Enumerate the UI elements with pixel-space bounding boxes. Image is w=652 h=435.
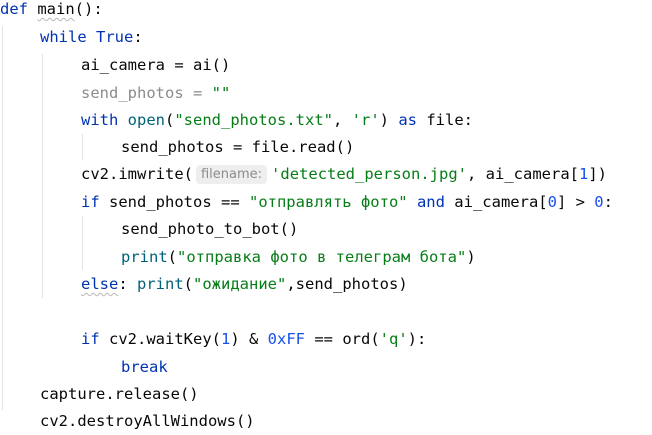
string-literal: "": [211, 84, 231, 102]
code-text: send_photos ==: [99, 193, 249, 211]
punctuation: :: [133, 28, 143, 46]
string-literal: 'q': [379, 330, 408, 348]
indent-guide: [2, 26, 3, 410]
code-line-10[interactable]: print("отправка фото в телеграм бота"): [121, 244, 476, 271]
punctuation: :: [118, 275, 137, 293]
function-name: main: [37, 0, 75, 18]
code-text: file:: [417, 111, 473, 129]
hex-literal: 0xFF: [267, 330, 305, 348]
keyword-as: as: [398, 111, 417, 129]
number-literal: 1: [578, 165, 589, 183]
code-line-8[interactable]: if send_photos == "отправлять фото" and …: [81, 189, 613, 216]
builtin-print: print: [137, 275, 184, 293]
code-text: , ai_camera[: [467, 165, 579, 183]
code-text: capture.release(): [40, 385, 199, 403]
code-text: ) &: [230, 330, 268, 348]
punctuation: ]): [588, 165, 607, 183]
string-literal: "отправлять фото": [248, 193, 408, 211]
punctuation: ): [466, 248, 476, 266]
code-text: ai_camera = ai(): [81, 56, 231, 74]
code-line-14[interactable]: capture.release(): [40, 381, 199, 408]
keyword-true: True: [96, 28, 134, 46]
keyword-with: with: [81, 111, 119, 129]
code-line-9[interactable]: send_photo_to_bot(): [121, 216, 298, 243]
punctuation: (: [183, 275, 194, 293]
builtin-open: open: [127, 111, 165, 129]
indent-guide: [82, 134, 83, 160]
code-text: send_photo_to_bot(): [121, 220, 299, 238]
code-text: cv2.waitKey(: [99, 330, 221, 348]
code-text: ] >: [556, 193, 595, 211]
code-line-3[interactable]: ai_camera = ai(): [81, 52, 230, 79]
number-literal: 1: [221, 330, 231, 348]
indent-guide: [82, 216, 83, 270]
code-text: cv2.destroyAllWindows(): [40, 412, 255, 430]
code-line-7[interactable]: cv2.imwrite(filename:'detected_person.jp…: [81, 161, 607, 188]
code-text: send_photos = file.read(): [121, 138, 355, 156]
punctuation: :: [603, 193, 613, 211]
unused-assignment: send_photos =: [81, 84, 212, 102]
string-literal: 'r': [351, 111, 380, 129]
code-text: ai_camera[: [444, 193, 548, 211]
indent-guide: [42, 54, 43, 298]
keyword-break: break: [121, 358, 168, 376]
keyword-if: if: [81, 193, 100, 211]
punctuation: ): [379, 111, 399, 129]
builtin-print: print: [121, 248, 168, 266]
code-line-2[interactable]: while True:: [40, 24, 143, 51]
string-literal: "send_photos.txt": [174, 111, 333, 129]
punctuation: (: [165, 111, 175, 129]
code-text: ,send_photos): [286, 275, 408, 293]
parameter-hint: filename:: [195, 165, 268, 184]
code-text: == ord(: [305, 330, 380, 348]
keyword-and: and: [416, 193, 445, 211]
keyword-def: def: [0, 0, 28, 18]
code-line-6[interactable]: send_photos = file.read(): [121, 134, 354, 161]
keyword-if: if: [81, 330, 100, 348]
punctuation: ():: [74, 0, 103, 18]
punctuation: ,: [332, 111, 352, 129]
code-line-15[interactable]: cv2.destroyAllWindows(): [40, 408, 255, 435]
code-line-4[interactable]: send_photos = "": [81, 80, 230, 107]
punctuation: (: [167, 248, 178, 266]
code-line-13[interactable]: break: [121, 354, 168, 381]
keyword-else: else: [81, 275, 119, 293]
number-literal: 0: [547, 193, 557, 211]
code-text: cv2.imwrite(: [81, 165, 193, 183]
string-literal: 'detected_person.jpg': [271, 165, 467, 183]
code-line-11[interactable]: else: print("ожидание",send_photos): [81, 271, 408, 298]
code-editor[interactable]: def main(): while True: ai_camera = ai()…: [0, 0, 652, 435]
string-literal: "ожидание": [193, 275, 287, 293]
punctuation: ):: [407, 330, 427, 348]
code-line-5[interactable]: with open("send_photos.txt", 'r') as fil…: [81, 107, 473, 134]
code-line-1[interactable]: def main():: [0, 0, 103, 23]
number-literal: 0: [594, 193, 604, 211]
keyword-while: while: [40, 28, 87, 46]
string-literal: "отправка фото в телеграм бота": [177, 248, 467, 266]
code-line-12[interactable]: if cv2.waitKey(1) & 0xFF == ord('q'):: [81, 326, 426, 353]
